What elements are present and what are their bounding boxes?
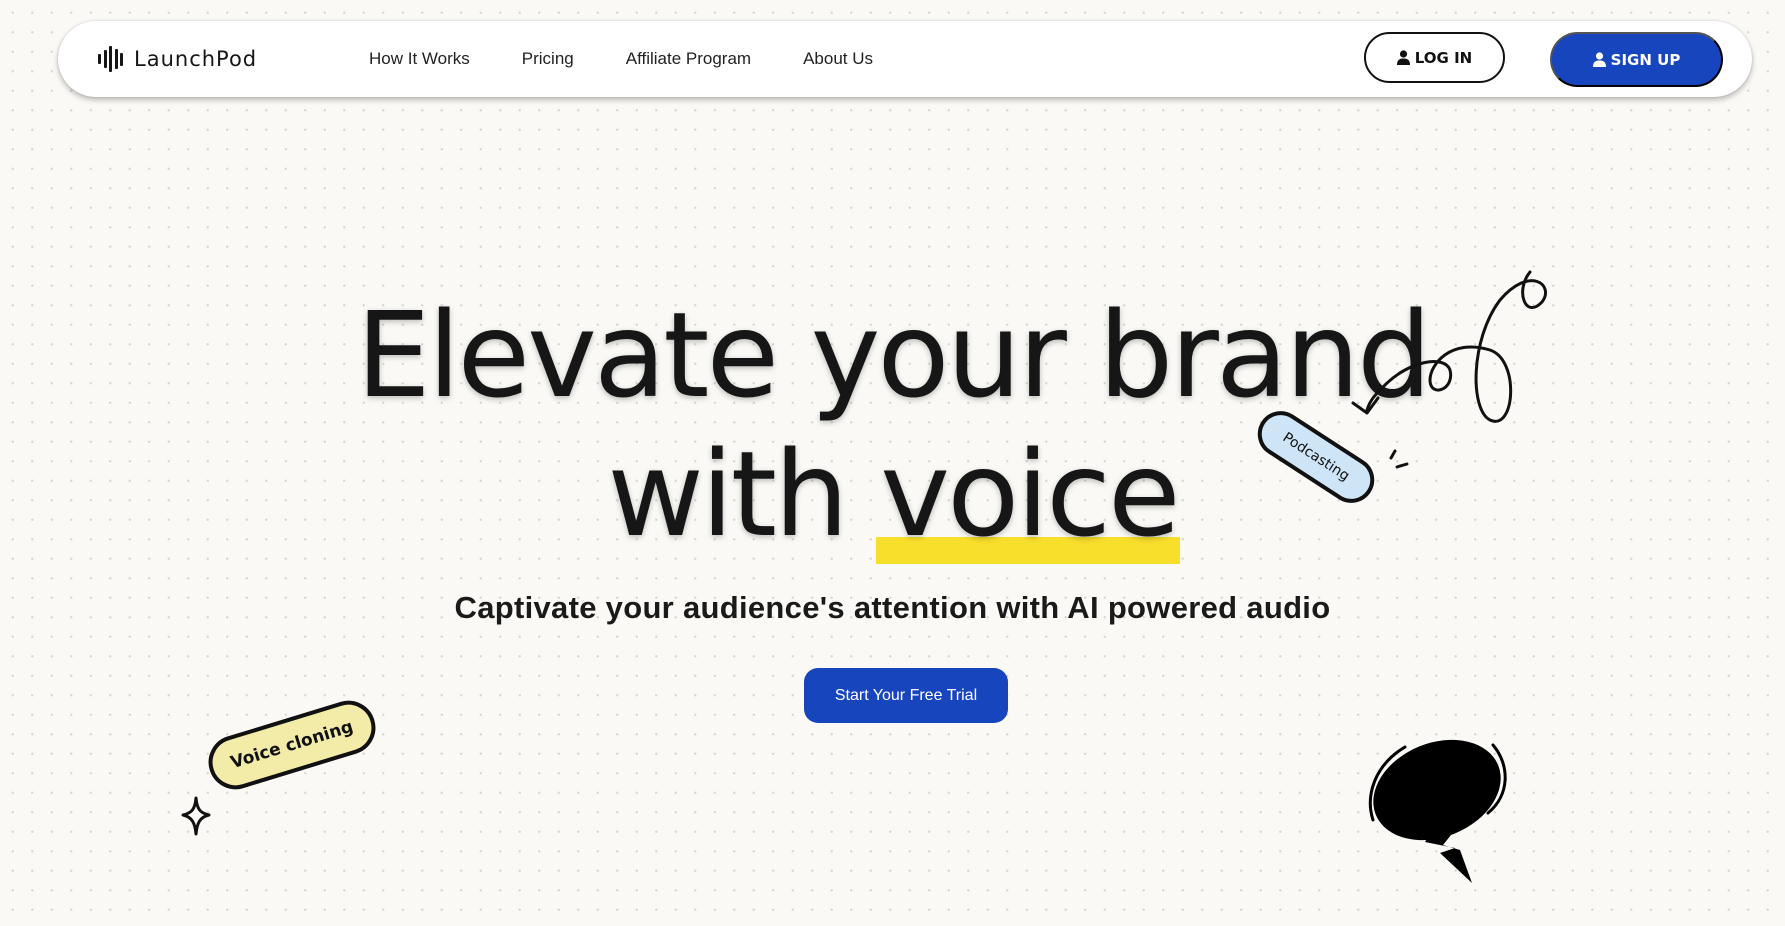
login-button[interactable]: LOG IN [1364, 32, 1505, 83]
highlighted-word: voice [876, 425, 1181, 564]
voice-cloning-sticker: Voice cloning [201, 694, 383, 796]
user-icon [1396, 50, 1410, 65]
login-label: LOG IN [1414, 48, 1473, 67]
signup-button[interactable]: SIGN UP [1550, 32, 1723, 87]
brand-logo[interactable]: LaunchPod [98, 21, 257, 97]
start-free-trial-button[interactable]: Start Your Free Trial [804, 668, 1008, 723]
top-nav: LaunchPod How It Works Pricing Affiliate… [58, 21, 1752, 97]
headline-prefix: with [607, 425, 881, 563]
nav-link-pricing[interactable]: Pricing [522, 49, 574, 69]
voice-cloning-label: Voice cloning [228, 716, 356, 774]
sparkle-icon [181, 796, 211, 836]
user-icon [1592, 52, 1606, 67]
hero-subtitle: Captivate your audience's attention with… [454, 590, 1331, 625]
signup-label: SIGN UP [1610, 50, 1681, 69]
brand-name: LaunchPod [134, 47, 258, 71]
curly-arrow-icon [1351, 270, 1547, 423]
nav-link-about-us[interactable]: About Us [803, 49, 873, 69]
speech-bubble-icon [1368, 739, 1507, 883]
waveform-icon [98, 46, 123, 72]
hero-headline-line2: with voice [0, 425, 1785, 564]
nav-link-affiliate-program[interactable]: Affiliate Program [626, 49, 751, 69]
motion-lines-icon [1389, 449, 1409, 469]
nav-links: How It Works Pricing Affiliate Program A… [369, 21, 925, 97]
nav-link-how-it-works[interactable]: How It Works [369, 49, 470, 69]
